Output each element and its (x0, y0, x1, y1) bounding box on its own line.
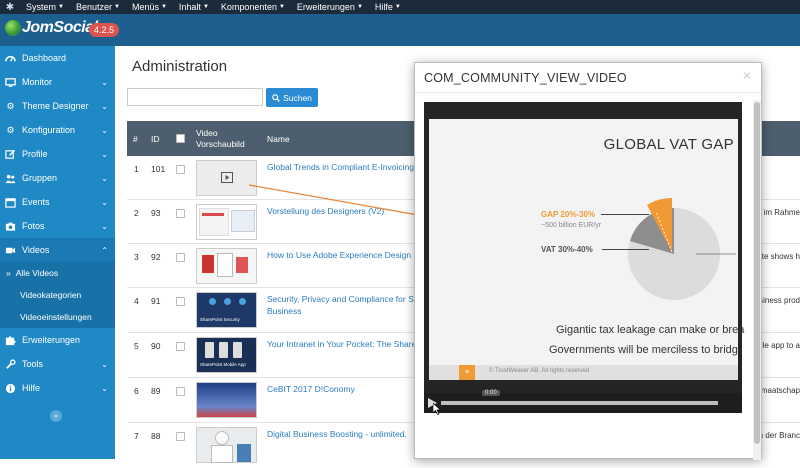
vat-gap-pie-chart (628, 197, 736, 300)
slide-copyright: © TrustWeaver AB. All rights reserved (489, 368, 590, 374)
vat-pointer (602, 249, 649, 250)
gap-sublabel: ~500 billion EUR/yr (541, 222, 602, 229)
gap-pointer (601, 214, 649, 215)
video-player[interactable]: GLOBAL VAT GAP GAP 20%-30% ~500 billion … (424, 102, 744, 415)
progress-bar[interactable] (441, 401, 718, 405)
time-tooltip: 0:00 (482, 390, 500, 396)
close-icon[interactable]: × (743, 67, 751, 83)
cursor-icon (433, 403, 441, 415)
modal-title: COM_COMMUNITY_VIEW_VIDEO (424, 71, 627, 85)
scrollbar-thumb[interactable] (754, 102, 760, 444)
video-frame: GLOBAL VAT GAP GAP 20%-30% ~500 billion … (429, 119, 744, 380)
player-controls: 0:00 (424, 390, 742, 413)
slide-footer: ≡ © TrustWeaver AB. All rights reserved (429, 365, 738, 380)
trustweaver-logo-icon: ≡ (459, 365, 475, 380)
modal-divider (415, 92, 761, 93)
modal-scrollbar[interactable] (753, 100, 761, 460)
slide-text-line2: Governments will be merciless to bridg (549, 344, 738, 356)
gap-label: GAP 20%-30% (541, 210, 596, 219)
slide-text-line1: Gigantic tax leakage can make or brea (556, 324, 745, 336)
slide-heading: GLOBAL VAT GAP (603, 136, 734, 153)
vat-label: VAT 30%-40% (541, 245, 593, 254)
video-modal: COM_COMMUNITY_VIEW_VIDEO × GLOBAL VAT GA… (414, 62, 762, 460)
